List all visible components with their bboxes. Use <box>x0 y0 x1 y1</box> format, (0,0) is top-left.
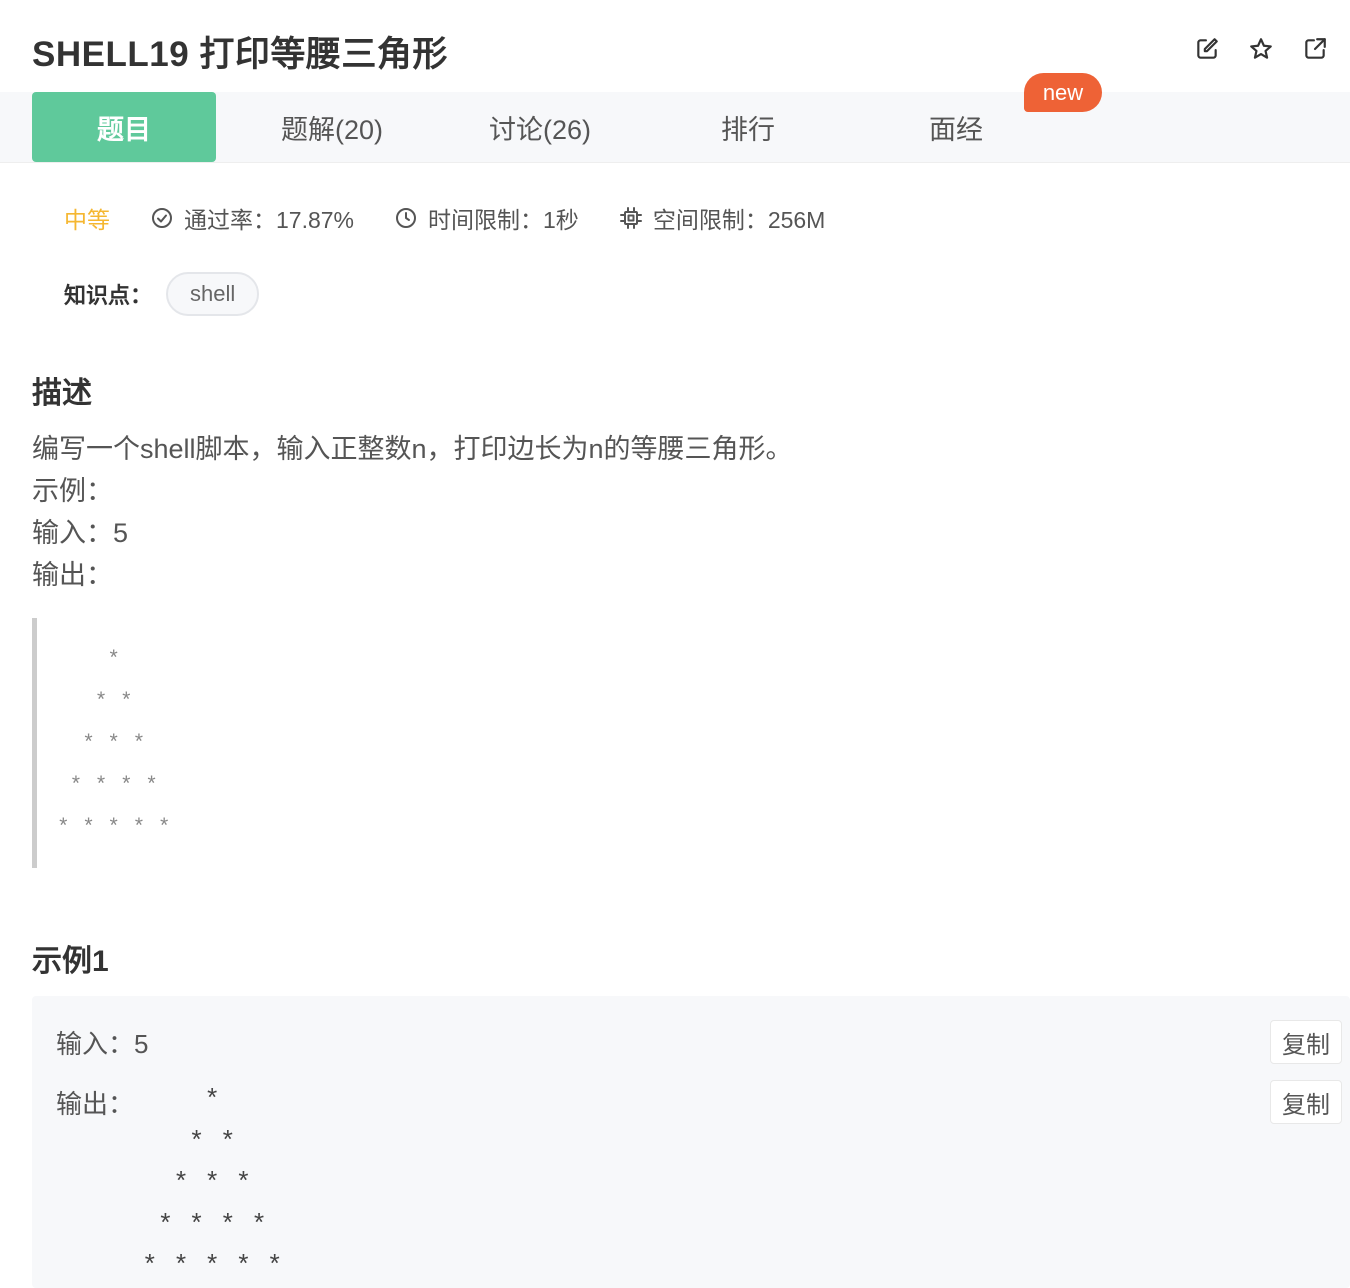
copy-output-button[interactable]: 复制 <box>1270 1080 1342 1124</box>
output-label: 输出： <box>56 1089 135 1119</box>
knowledge-tag[interactable]: shell <box>166 272 260 316</box>
tab-solutions[interactable]: 题解(20) <box>240 92 424 162</box>
chip-icon <box>619 207 642 229</box>
example-box: 输入：5 复制 输出： 复制 * * * * * * * * * * * * *… <box>32 996 1350 1288</box>
new-badge: new <box>1024 73 1102 112</box>
space-limit: 空间限制：256M <box>619 201 826 235</box>
description-line: 输入：5 <box>32 518 129 548</box>
time-limit: 时间限制：1秒 <box>394 201 579 235</box>
space-limit-text: 空间限制：256M <box>652 207 826 233</box>
knowledge-label: 知识点： <box>64 283 153 308</box>
output-value: * * * * * * * * * * * * * * * <box>142 1085 283 1281</box>
problem-meta: 中等 通过率：17.87% 时间限制：1秒 空间限制：256M <box>64 198 865 238</box>
page-title: SHELL19 打印等腰三角形 <box>32 35 448 74</box>
share-icon[interactable] <box>1300 34 1330 64</box>
example-input: 输入：5 <box>56 1024 148 1061</box>
example-title: 示例1 <box>32 945 109 978</box>
tab-problem[interactable]: 题目 <box>32 92 216 162</box>
edit-icon[interactable] <box>1192 34 1222 64</box>
description-line: 输出： <box>32 560 113 590</box>
knowledge-points: 知识点： shell <box>64 272 260 316</box>
tab-discussion[interactable]: 讨论(26) <box>448 92 632 162</box>
description-line: 示例： <box>32 476 113 506</box>
tab-interviews[interactable]: 面经 <box>864 92 1048 162</box>
triangle-preview: * * * * * * * * * * * * * * * <box>57 649 171 840</box>
star-icon[interactable] <box>1246 34 1276 64</box>
time-limit-text: 时间限制：1秒 <box>428 207 579 233</box>
difficulty-badge: 中等 <box>64 207 110 233</box>
header-actions <box>1192 34 1330 64</box>
input-label: 输入： <box>56 1029 135 1059</box>
output-blockquote: * * * * * * * * * * * * * * * <box>32 618 432 868</box>
clock-icon <box>396 208 417 228</box>
copy-input-button[interactable]: 复制 <box>1270 1020 1342 1064</box>
page-header: SHELL19 打印等腰三角形 <box>0 0 1350 92</box>
tab-bar: 题目 题解(20) 讨论(26) 排行 面经 <box>0 92 1350 163</box>
description-text: 编写一个shell脚本，输入正整数n，打印边长为n的等腰三角形。 示例： 输入：… <box>32 428 793 596</box>
input-value: 5 <box>134 1029 149 1059</box>
description-line: 编写一个shell脚本，输入正整数n，打印边长为n的等腰三角形。 <box>32 434 793 464</box>
pass-rate-text: 通过率：17.87% <box>184 207 355 233</box>
pass-rate: 通过率：17.87% <box>150 201 354 235</box>
description-title: 描述 <box>32 377 92 410</box>
check-circle-icon <box>152 208 172 228</box>
tab-ranking[interactable]: 排行 <box>656 92 840 162</box>
